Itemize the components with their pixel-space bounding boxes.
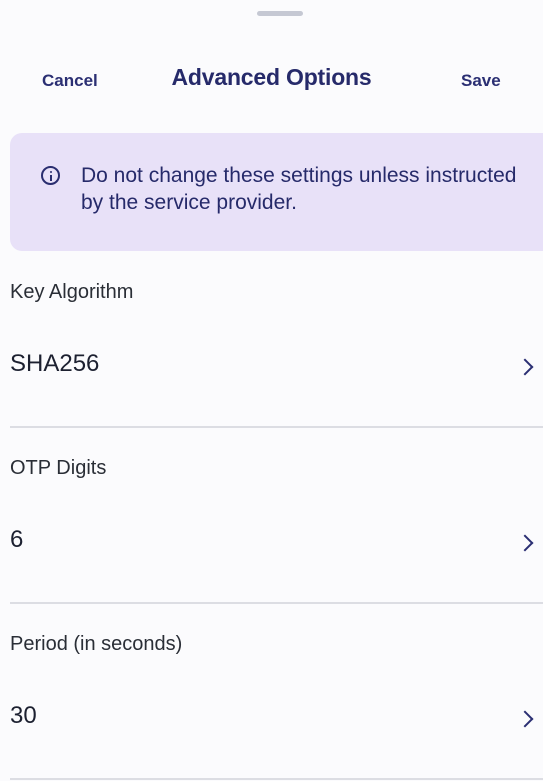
chevron-right-icon — [516, 358, 534, 376]
divider — [10, 778, 543, 780]
info-icon — [41, 166, 60, 185]
key-algorithm-value: SHA256 — [10, 350, 100, 377]
info-notice-banner: Do not change these settings unless inst… — [10, 133, 543, 251]
period-row[interactable]: Period (in seconds) 30 — [0, 604, 543, 780]
otp-digits-row[interactable]: OTP Digits 6 — [0, 428, 543, 604]
period-value: 30 — [10, 702, 37, 729]
chevron-right-icon — [516, 710, 534, 728]
sheet-header: Cancel Advanced Options Save — [0, 62, 543, 98]
notice-text: Do not change these settings unless inst… — [81, 164, 517, 214]
key-algorithm-label: Key Algorithm — [10, 281, 134, 303]
chevron-right-icon — [516, 534, 534, 552]
sheet-grabber-handle[interactable] — [257, 11, 303, 16]
period-label: Period (in seconds) — [10, 633, 183, 655]
otp-digits-label: OTP Digits — [10, 457, 107, 479]
save-button[interactable]: Save — [461, 71, 501, 91]
key-algorithm-row[interactable]: Key Algorithm SHA256 — [0, 252, 543, 428]
otp-digits-value: 6 — [10, 526, 24, 553]
